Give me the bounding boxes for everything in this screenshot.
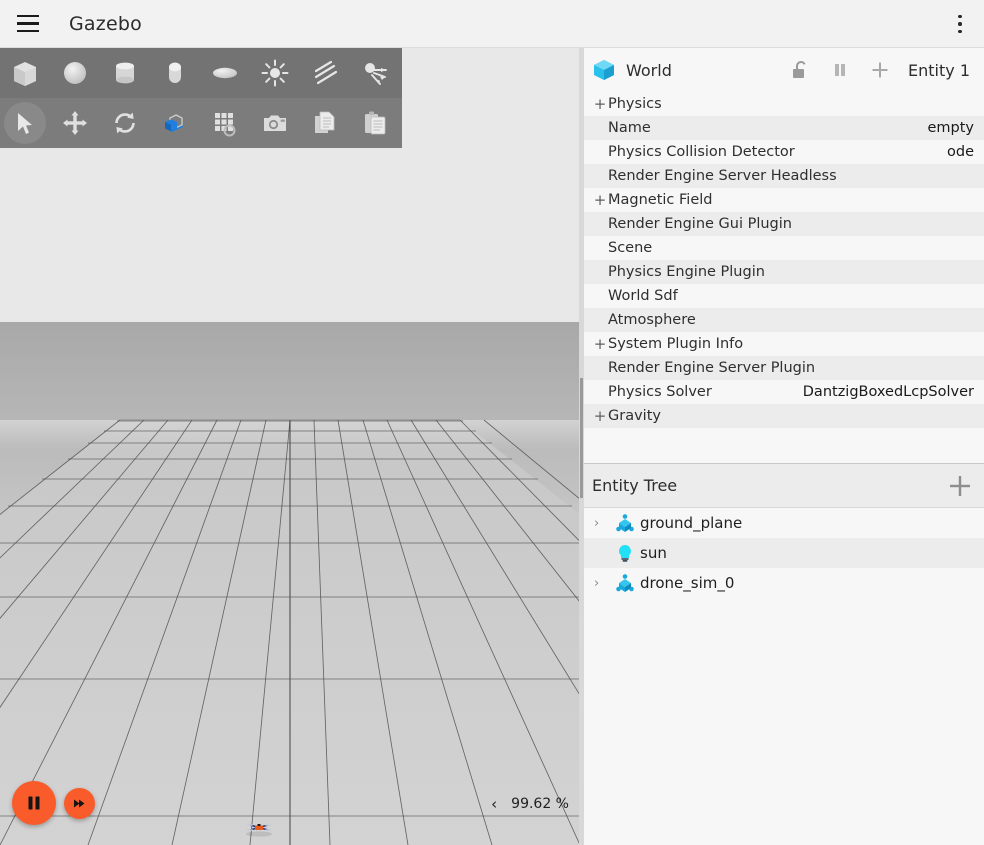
ground-plane-grid bbox=[0, 419, 583, 845]
kebab-menu-icon[interactable] bbox=[942, 0, 978, 48]
world-properties-list[interactable]: + Physics Name empty Physics Collision D… bbox=[584, 92, 984, 464]
unlocked-padlock-icon[interactable] bbox=[780, 52, 820, 88]
cursor-arrow-icon[interactable] bbox=[0, 98, 50, 148]
expander-toggle[interactable]: + bbox=[592, 335, 608, 353]
list-item[interactable]: › sun bbox=[584, 538, 984, 568]
property-row[interactable]: Render Engine Gui Plugin bbox=[584, 212, 984, 236]
point-light-icon[interactable] bbox=[250, 48, 300, 98]
entity-name: drone_sim_0 bbox=[640, 574, 735, 592]
list-item[interactable]: › ground_plane bbox=[584, 508, 984, 538]
camera-icon[interactable] bbox=[250, 98, 300, 148]
property-row[interactable]: Atmosphere bbox=[584, 308, 984, 332]
capsule-shape-icon[interactable] bbox=[150, 48, 200, 98]
rotate-arrows-icon[interactable] bbox=[100, 98, 150, 148]
pause-icon[interactable] bbox=[12, 781, 56, 825]
expander-toggle[interactable]: + bbox=[592, 191, 608, 209]
property-name: Physics Solver bbox=[608, 384, 712, 400]
property-row[interactable]: Physics Engine Plugin bbox=[584, 260, 984, 284]
property-value: DantzigBoxedLcpSolver bbox=[802, 384, 974, 400]
expander-toggle[interactable]: + bbox=[592, 95, 608, 113]
right-panel: World Entity 1 + Physics Name empty Phys… bbox=[584, 48, 984, 845]
paste-icon[interactable] bbox=[350, 98, 400, 148]
plus-icon[interactable] bbox=[948, 474, 972, 498]
box-shape-icon[interactable] bbox=[0, 48, 50, 98]
property-row[interactable]: + Gravity bbox=[584, 404, 984, 428]
property-name: Physics Collision Detector bbox=[608, 144, 795, 160]
property-name: Render Engine Server Headless bbox=[608, 168, 837, 184]
move-arrows-icon[interactable] bbox=[50, 98, 100, 148]
property-row[interactable]: Physics Collision Detector ode bbox=[584, 140, 984, 164]
blue-cube-icon bbox=[592, 58, 616, 82]
tools-toolbar bbox=[0, 98, 402, 148]
title-bar: Gazebo bbox=[0, 0, 984, 48]
real-time-factor-value: 99.62 % bbox=[511, 796, 569, 812]
property-row[interactable]: + System Plugin Info bbox=[584, 332, 984, 356]
property-name: Render Engine Server Plugin bbox=[608, 360, 816, 376]
plus-icon[interactable] bbox=[860, 52, 900, 88]
light-bulb-icon bbox=[612, 543, 638, 563]
cylinder-shape-icon[interactable] bbox=[100, 48, 150, 98]
real-time-factor-display: ‹ 99.62 % bbox=[491, 795, 569, 813]
property-name: Name bbox=[608, 120, 651, 136]
property-row[interactable]: Scene bbox=[584, 236, 984, 260]
entity-name: ground_plane bbox=[640, 514, 743, 532]
property-name: System Plugin Info bbox=[608, 336, 744, 352]
property-row[interactable]: Physics Solver DantzigBoxedLcpSolver bbox=[584, 380, 984, 404]
chevron-right-icon[interactable]: › bbox=[594, 576, 612, 591]
property-name: Atmosphere bbox=[608, 312, 696, 328]
property-name: Gravity bbox=[608, 408, 661, 424]
hamburger-menu-icon[interactable] bbox=[4, 0, 52, 48]
ellipsoid-shape-icon[interactable] bbox=[200, 48, 250, 98]
render-viewport[interactable]: ‹ 99.62 % bbox=[0, 322, 583, 845]
step-forward-icon[interactable] bbox=[64, 787, 95, 819]
shapes-toolbar bbox=[0, 48, 402, 98]
simulation-controls bbox=[12, 781, 95, 825]
property-value: ode bbox=[947, 144, 974, 160]
chevron-left-icon[interactable]: ‹ bbox=[491, 795, 497, 813]
model-node-icon bbox=[612, 513, 638, 533]
property-row[interactable]: World Sdf bbox=[584, 284, 984, 308]
model-node-icon bbox=[612, 573, 638, 593]
property-name: Magnetic Field bbox=[608, 192, 713, 208]
property-name: Physics Engine Plugin bbox=[608, 264, 765, 280]
world-title: World bbox=[626, 60, 672, 80]
property-value: empty bbox=[927, 120, 974, 136]
entity-tree-title: Entity Tree bbox=[592, 476, 678, 495]
property-name: Render Engine Gui Plugin bbox=[608, 216, 792, 232]
property-row[interactable]: + Physics bbox=[584, 92, 984, 116]
drone-model[interactable] bbox=[243, 817, 275, 839]
property-name: World Sdf bbox=[608, 288, 678, 304]
property-row[interactable]: Name empty bbox=[584, 116, 984, 140]
entity-count-label: Entity 1 bbox=[908, 60, 970, 80]
property-row[interactable]: Render Engine Server Plugin bbox=[584, 356, 984, 380]
gazebo-window: Gazebo ‹ 99.62 % World Entity 1 + Physic… bbox=[0, 0, 984, 845]
directional-light-icon[interactable] bbox=[300, 48, 350, 98]
world-panel-header: World Entity 1 bbox=[584, 48, 984, 92]
property-row[interactable]: + Magnetic Field bbox=[584, 188, 984, 212]
chevron-right-icon[interactable]: › bbox=[594, 516, 612, 531]
list-item[interactable]: › drone_sim_0 bbox=[584, 568, 984, 598]
property-name: Scene bbox=[608, 240, 653, 256]
property-name: Physics bbox=[608, 96, 662, 112]
sphere-shape-icon[interactable] bbox=[50, 48, 100, 98]
expander-toggle[interactable]: + bbox=[592, 407, 608, 425]
app-title: Gazebo bbox=[69, 12, 142, 35]
scale-cube-icon[interactable] bbox=[150, 98, 200, 148]
pause-bars-icon[interactable] bbox=[820, 52, 860, 88]
property-row[interactable]: Render Engine Server Headless bbox=[584, 164, 984, 188]
entity-tree-header: Entity Tree bbox=[584, 464, 984, 508]
spot-light-icon[interactable] bbox=[350, 48, 400, 98]
grid-snap-icon[interactable] bbox=[200, 98, 250, 148]
entity-name: sun bbox=[640, 544, 667, 562]
entity-tree-list[interactable]: › ground_plane › bbox=[584, 508, 984, 845]
copy-icon[interactable] bbox=[300, 98, 350, 148]
